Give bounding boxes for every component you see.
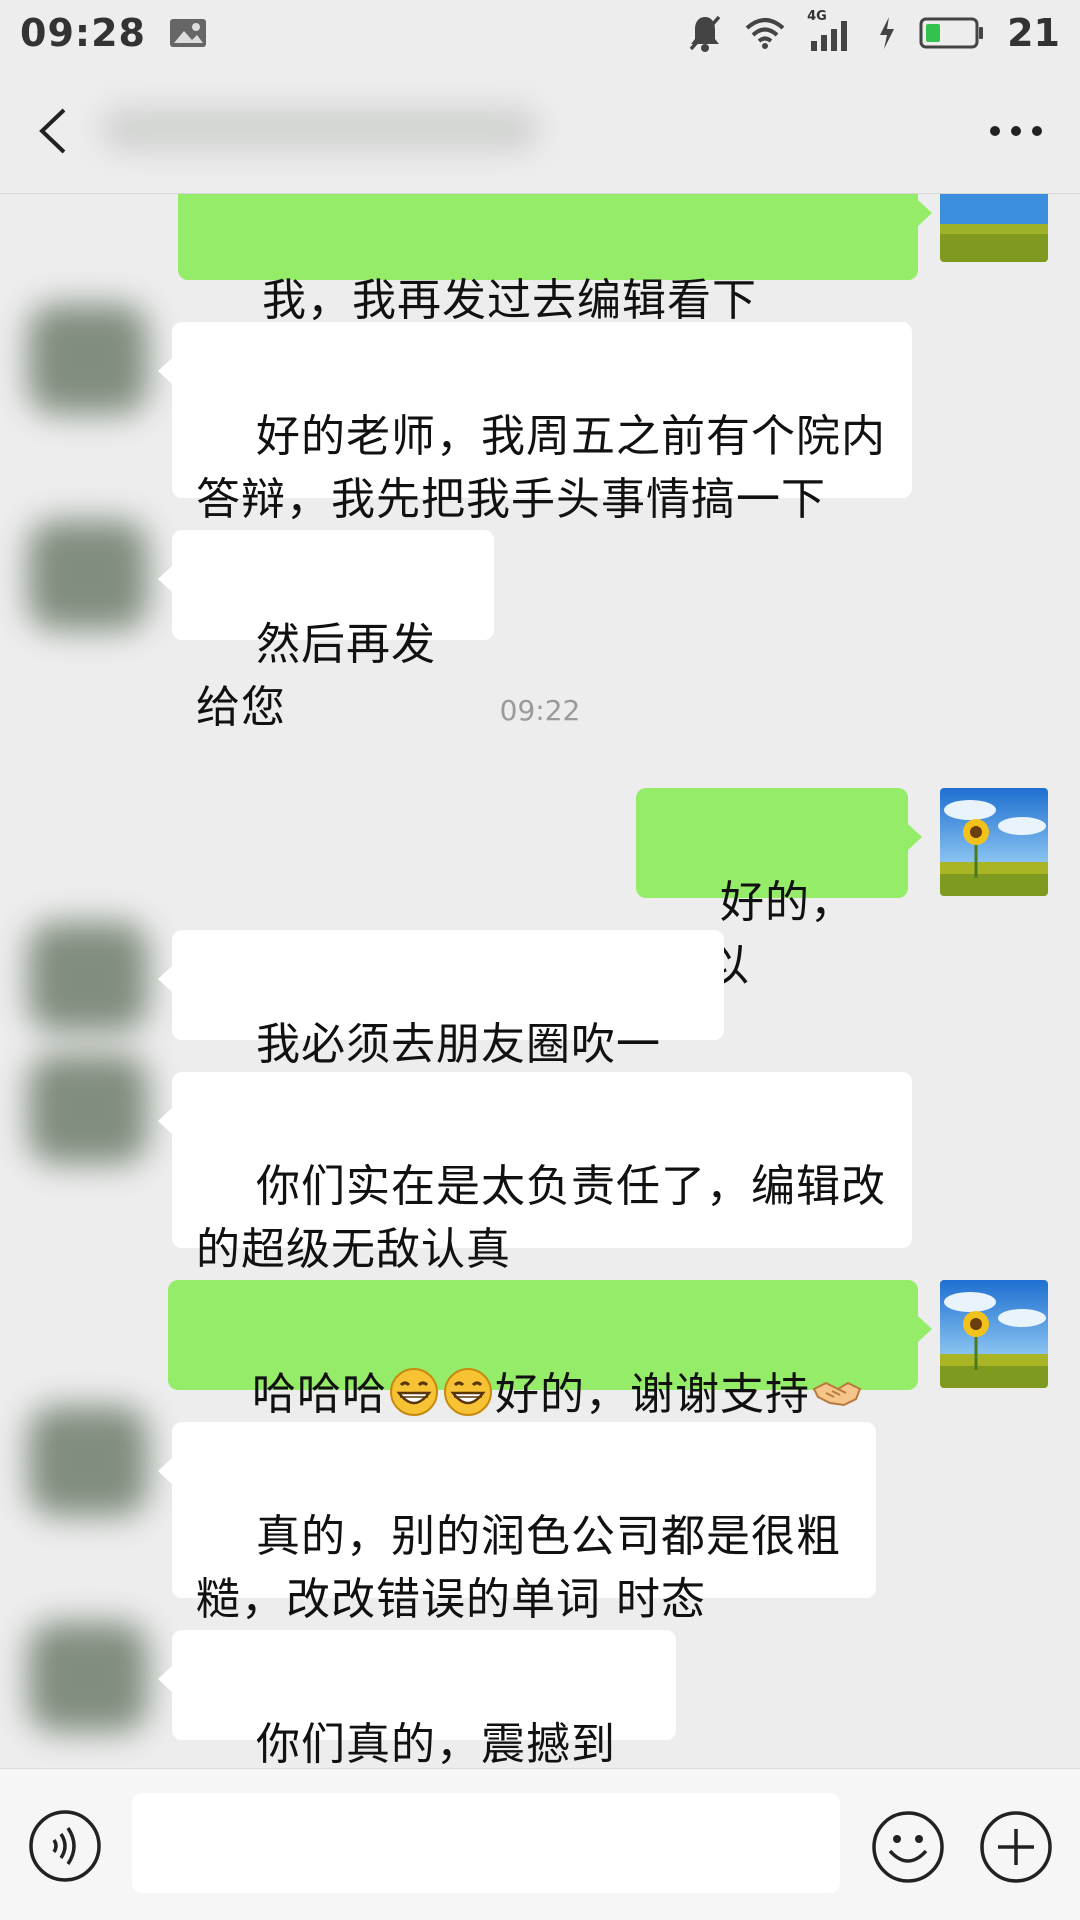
- plus-icon[interactable]: [978, 1809, 1054, 1885]
- contact-avatar[interactable]: [28, 1622, 148, 1732]
- message-text: 我，我再发过去编辑看下: [261, 275, 757, 326]
- message-bubble-incoming[interactable]: 你们真的，震撼到我了: [158, 1630, 676, 1768]
- message-bubble-incoming[interactable]: 好的老师，我周五之前有个院内答辩，我先把我手头事情搞一下: [158, 322, 912, 525]
- message-bubble-incoming[interactable]: 然后再发给您: [158, 530, 494, 733]
- input-bar: [0, 1768, 1080, 1920]
- own-avatar[interactable]: [940, 788, 1048, 896]
- chat-message-list[interactable]: 我，我再发过去编辑看下 好的老师，我周五之前有个院内答辩，我先把我手头事情搞一下…: [0, 194, 1080, 1768]
- contact-avatar[interactable]: [28, 520, 148, 630]
- contact-avatar[interactable]: [28, 1406, 148, 1516]
- sunflower-avatar-icon: [940, 788, 1048, 896]
- message-bubble-outgoing[interactable]: 哈哈哈 好的，谢谢支持: [168, 1280, 932, 1470]
- chat-title-blurred: [100, 106, 540, 152]
- message-bubble-incoming[interactable]: 真的，别的润色公司都是很粗糙，改改错误的单词 时态: [158, 1422, 876, 1625]
- message-bubble-outgoing[interactable]: 我，我再发过去编辑看下: [178, 194, 932, 326]
- message-text: 真的，别的润色公司都是很粗糙，改改错误的单词 时态: [196, 1511, 841, 1625]
- message-text-before: 哈哈哈: [251, 1369, 387, 1420]
- message-text: 你们实在是太负责任了，编辑改的超级无敌认真: [196, 1161, 886, 1275]
- status-bar: 09:28 4G 21: [0, 0, 1080, 66]
- voice-icon[interactable]: [28, 1809, 102, 1883]
- message-bubble-outgoing[interactable]: 好的，可以: [636, 788, 922, 991]
- charging-icon: [880, 17, 895, 49]
- message-text: 好的老师，我周五之前有个院内答辩，我先把我手头事情搞一下: [196, 411, 886, 525]
- sunflower-avatar-icon: [940, 194, 1048, 262]
- own-avatar[interactable]: [940, 194, 1048, 262]
- contact-avatar[interactable]: [28, 1054, 148, 1164]
- battery-icon: [919, 17, 984, 49]
- message-bubble-incoming[interactable]: 我必须去朋友圈吹一波了: [158, 930, 724, 1133]
- wifi-icon: [745, 18, 785, 49]
- status-time: 09:28: [20, 11, 146, 55]
- ellipsis-icon[interactable]: [988, 124, 1044, 138]
- mute-bell-icon: [689, 15, 721, 52]
- signal-icon: [811, 21, 848, 51]
- message-bubble-incoming[interactable]: 你们实在是太负责任了，编辑改的超级无敌认真: [158, 1072, 912, 1275]
- message-text-after: 好的，谢谢支持: [494, 1369, 810, 1420]
- sunflower-avatar-icon: [940, 1280, 1048, 1388]
- battery-level: 21: [1007, 11, 1060, 55]
- contact-avatar[interactable]: [28, 304, 148, 414]
- smiley-icon[interactable]: [870, 1809, 946, 1885]
- own-avatar[interactable]: [940, 1280, 1048, 1388]
- handshake-emoji-icon: [812, 1381, 862, 1407]
- grin-emoji-icon: [443, 1368, 492, 1416]
- chat-header: [0, 66, 1080, 194]
- message-text: 你们真的，震撼到我了: [255, 1719, 616, 1768]
- signal-indicator: 4G: [807, 9, 855, 53]
- time-divider: 09:22: [499, 694, 581, 727]
- chevron-left-icon[interactable]: [28, 104, 78, 158]
- image-notification-icon: [169, 19, 206, 47]
- contact-avatar[interactable]: [28, 922, 148, 1032]
- grin-emoji-icon: [389, 1368, 438, 1416]
- message-input[interactable]: [132, 1793, 840, 1893]
